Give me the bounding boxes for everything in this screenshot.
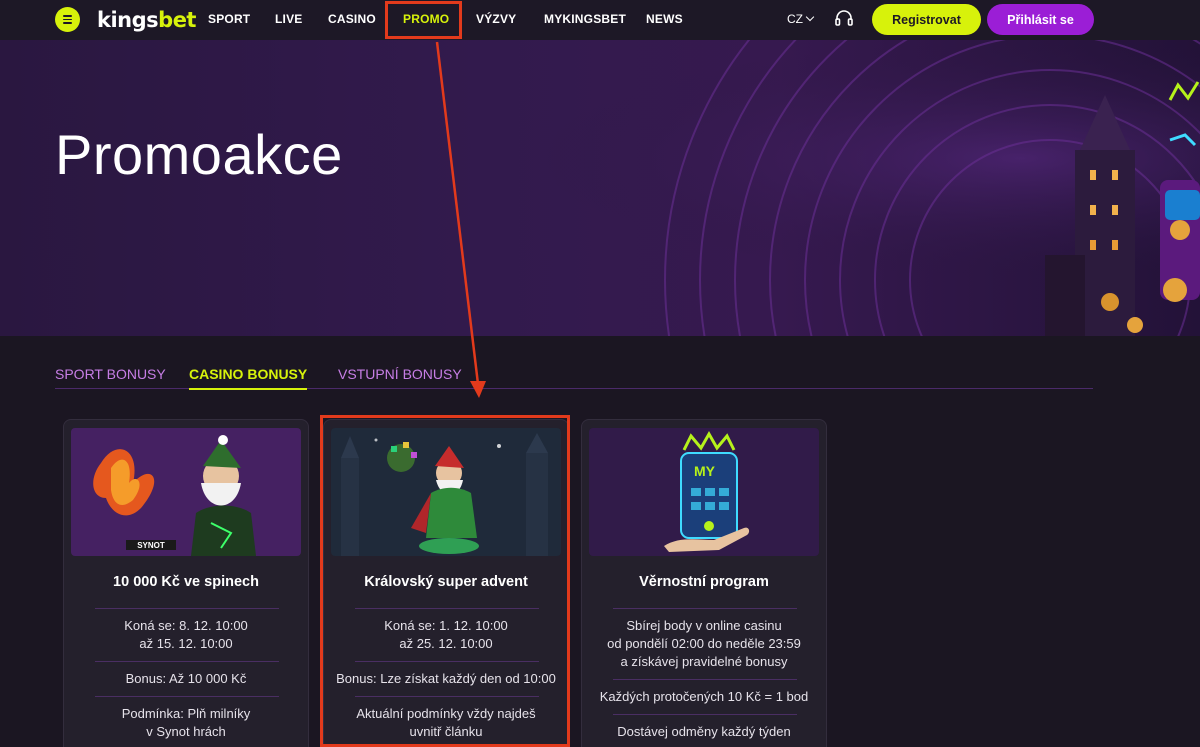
card-description-line2: od pondělí 02:00 do neděle 23:59 [607, 636, 801, 651]
card-points-rule: Každých protočených 10 Kč = 1 bod [599, 689, 809, 704]
menu-icon-line [63, 15, 72, 17]
tab-vstupni-bonusy[interactable]: VSTUPNÍ BONUSY [338, 366, 462, 382]
language-selector[interactable]: CZ [787, 12, 815, 26]
menu-icon-line [63, 18, 72, 21]
page-title: Promoakce [55, 123, 343, 186]
chevron-down-icon [805, 12, 815, 22]
register-button[interactable]: Registrovat [872, 4, 981, 35]
login-button[interactable]: Přihlásit se [987, 4, 1094, 35]
nav-item-sport[interactable]: SPORT [208, 12, 250, 26]
nav-item-casino[interactable]: CASINO [328, 12, 376, 26]
card-description-line1: Sbírej body v online casinu [626, 618, 782, 633]
tab-casino-bonusy[interactable]: CASINO BONUSY [189, 366, 307, 382]
hamburger-menu-button[interactable] [55, 7, 80, 32]
promo-image-loyalty-phone[interactable]: MY [589, 428, 819, 556]
nav-item-mykingsbet[interactable]: MYKINGSBET [544, 12, 626, 26]
advent-card-highlight-box [320, 415, 570, 747]
language-label: CZ [787, 12, 803, 26]
divider [95, 661, 279, 662]
card-date-start: Koná se: 8. 12. 10:00 [124, 618, 248, 633]
nav-item-news[interactable]: NEWS [646, 12, 683, 26]
logo-text-bet: bet [158, 8, 196, 32]
tab-sport-bonusy[interactable]: SPORT BONUSY [55, 366, 166, 382]
card-date-end: až 15. 12. 10:00 [139, 636, 233, 651]
top-navigation: kingsbet SPORT LIVE CASINO PROMO VÝZVY M… [0, 0, 1200, 40]
card-description-line3: a získávej pravidelné bonusy [620, 654, 788, 669]
card-condition-line2: v Synot hrách [146, 724, 226, 739]
divider [613, 608, 797, 609]
promo-highlight-box [385, 1, 462, 39]
divider [95, 696, 279, 697]
hero-banner: Promoakce [0, 40, 1200, 336]
divider [613, 714, 797, 715]
hero-decorative-art [0, 40, 1200, 336]
kingsbet-logo[interactable]: kingsbet [97, 8, 196, 32]
headset-support-icon[interactable] [834, 9, 854, 29]
divider [613, 679, 797, 680]
my-kingsbet-badge: MY [694, 463, 716, 479]
nav-item-live[interactable]: LIVE [275, 12, 302, 26]
card-reward: Dostávej odměny každý týden [617, 724, 791, 739]
card-condition-line1: Podmínka: Plň milníky [121, 706, 251, 721]
card-bonus: Bonus: Až 10 000 Kč [125, 671, 247, 686]
promo-card-loyalty[interactable]: MY Věrnostní program Sbírej body v onlin… [581, 419, 827, 747]
promo-image-phoenix-santa[interactable]: SYNOT [71, 428, 301, 556]
synot-logo: SYNOT [137, 541, 165, 550]
bonus-tabs: SPORT BONUSY CASINO BONUSY VSTUPNÍ BONUS… [55, 364, 1093, 390]
logo-text-kings: kings [97, 8, 159, 32]
card-title[interactable]: 10 000 Kč ve spinech [64, 574, 308, 590]
card-title[interactable]: Věrnostní program [582, 574, 826, 590]
active-tab-indicator [189, 388, 307, 390]
promo-card-spins[interactable]: SYNOT 10 000 Kč ve spinech Koná se: 8. 1… [63, 419, 309, 747]
nav-item-vyzvy[interactable]: VÝZVY [476, 12, 516, 26]
divider [95, 608, 279, 609]
menu-icon-line [63, 22, 72, 24]
